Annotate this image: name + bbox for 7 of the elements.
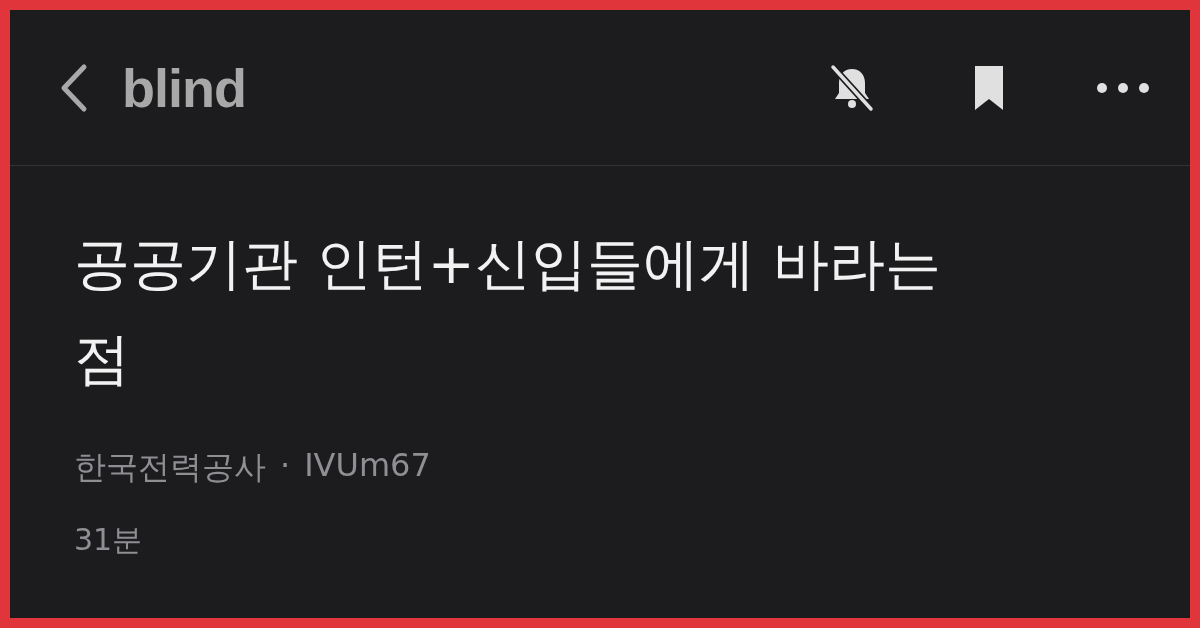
company-name: 한국전력공사 (74, 447, 266, 488)
nickname: IVUm67 (304, 446, 431, 486)
more-icon[interactable] (1096, 81, 1150, 94)
logo: blind (122, 56, 246, 119)
separator: · (280, 446, 291, 486)
post-title: 공공기관 인턴+신입들에게 바라는 점 (74, 230, 942, 393)
post-time: 31분 (74, 521, 144, 559)
